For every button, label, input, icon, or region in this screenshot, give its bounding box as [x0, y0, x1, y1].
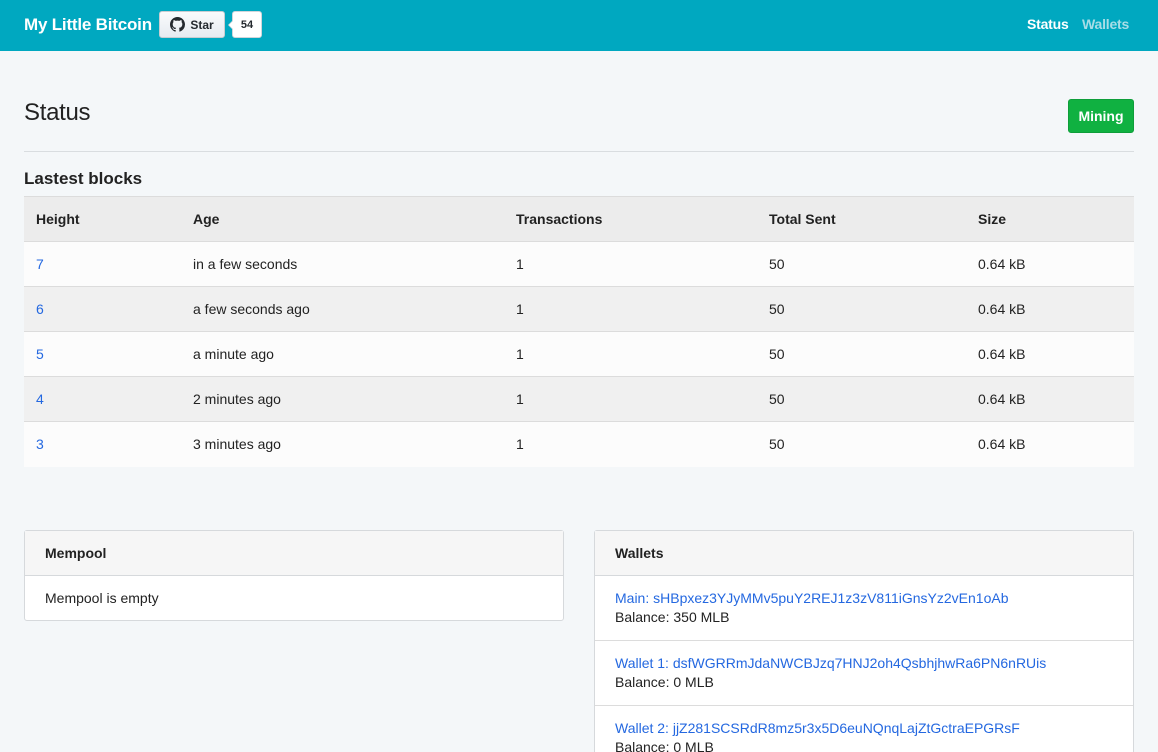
- age-cell: a few seconds ago: [193, 301, 310, 317]
- table-row: 3 3 minutes ago 1 50 0.64 kB: [24, 421, 1134, 467]
- blocks-table: Height Age Transactions Total Sent Size …: [24, 196, 1134, 467]
- total-sent-cell: 50: [769, 391, 785, 407]
- transactions-cell: 1: [516, 301, 524, 317]
- age-cell: a minute ago: [193, 346, 274, 362]
- wallet-balance: Balance: 0 MLB: [615, 674, 714, 690]
- wallet-balance: Balance: 350 MLB: [615, 609, 730, 625]
- table-row: 7 in a few seconds 1 50 0.64 kB: [24, 241, 1134, 287]
- total-sent-cell: 50: [769, 301, 785, 317]
- wallet-item: Wallet 1: dsfWGRRmJdaNWCBJzq7HNJ2oh4Qsbh…: [595, 641, 1133, 706]
- header-transactions: Transactions: [516, 211, 603, 227]
- size-cell: 0.64 kB: [978, 346, 1026, 362]
- wallet-item: Main: sHBpxez3YJyMMv5puY2REJ1z3zV811iGns…: [595, 576, 1133, 641]
- table-row: 5 a minute ago 1 50 0.64 kB: [24, 331, 1134, 377]
- table-row: 6 a few seconds ago 1 50 0.64 kB: [24, 286, 1134, 332]
- size-cell: 0.64 kB: [978, 301, 1026, 317]
- total-sent-cell: 50: [769, 346, 785, 362]
- total-sent-cell: 50: [769, 436, 785, 453]
- age-cell: in a few seconds: [193, 256, 298, 272]
- age-cell: 2 minutes ago: [193, 391, 281, 407]
- height-cell: 5: [24, 332, 181, 377]
- wallet-balance: Balance: 0 MLB: [615, 739, 714, 752]
- size-cell: 0.64 kB: [978, 391, 1026, 407]
- total-sent-cell: 50: [769, 256, 785, 272]
- wallets-panel: Wallets Main: sHBpxez3YJyMMv5puY2REJ1z3z…: [594, 530, 1134, 752]
- mining-button[interactable]: Mining: [1068, 99, 1134, 133]
- navbar: My Little Bitcoin Star 54 Status Wallets: [0, 0, 1158, 51]
- size-cell: 0.64 kB: [978, 436, 1026, 453]
- block-link[interactable]: 7: [36, 256, 44, 272]
- mempool-panel: Mempool Mempool is empty: [24, 530, 564, 621]
- age-cell: 3 minutes ago: [193, 436, 281, 453]
- table-row: 4 2 minutes ago 1 50 0.64 kB: [24, 376, 1134, 422]
- transactions-cell: 1: [516, 391, 524, 407]
- nav-wallets-link[interactable]: Wallets: [1082, 16, 1129, 32]
- header-age: Age: [193, 211, 220, 227]
- header-size: Size: [978, 211, 1007, 227]
- mempool-status-text: Mempool is empty: [45, 590, 159, 606]
- wallet-link[interactable]: Main: sHBpxez3YJyMMv5puY2REJ1z3zV811iGns…: [615, 589, 1113, 607]
- github-icon: [170, 17, 186, 32]
- height-cell: 4: [24, 377, 181, 422]
- wallet-link[interactable]: Wallet 1: dsfWGRRmJdaNWCBJzq7HNJ2oh4Qsbh…: [615, 654, 1113, 672]
- height-cell: 6: [24, 287, 181, 332]
- block-link[interactable]: 6: [36, 301, 44, 317]
- height-cell: 3: [24, 422, 181, 467]
- size-cell: 0.64 kB: [978, 256, 1026, 272]
- github-star-label: Star: [190, 17, 214, 32]
- height-cell: 7: [24, 242, 181, 287]
- header-height: Height: [36, 211, 80, 227]
- wallet-item: Wallet 2: jjZ281SCSRdR8mz5r3x5D6euNQnqLa…: [595, 706, 1133, 752]
- block-link[interactable]: 3: [36, 436, 44, 452]
- transactions-cell: 1: [516, 256, 524, 272]
- header-total-sent: Total Sent: [769, 211, 836, 227]
- wallet-link[interactable]: Wallet 2: jjZ281SCSRdR8mz5r3x5D6euNQnqLa…: [615, 719, 1113, 737]
- block-link[interactable]: 5: [36, 346, 44, 362]
- nav-status-link[interactable]: Status: [1027, 16, 1069, 32]
- latest-blocks-title: Lastest blocks: [24, 169, 143, 188]
- transactions-cell: 1: [516, 346, 524, 362]
- table-header-row: Height Age Transactions Total Sent Size: [24, 196, 1134, 242]
- transactions-cell: 1: [516, 436, 524, 453]
- github-star-count[interactable]: 54: [228, 11, 262, 38]
- block-link[interactable]: 4: [36, 391, 44, 407]
- page-title: Status: [24, 99, 91, 126]
- github-star-button[interactable]: Star: [159, 11, 225, 38]
- wallets-panel-title: Wallets: [595, 531, 1133, 576]
- brand-link[interactable]: My Little Bitcoin: [24, 15, 152, 35]
- title-divider: [24, 151, 1134, 152]
- mempool-panel-title: Mempool: [25, 531, 563, 576]
